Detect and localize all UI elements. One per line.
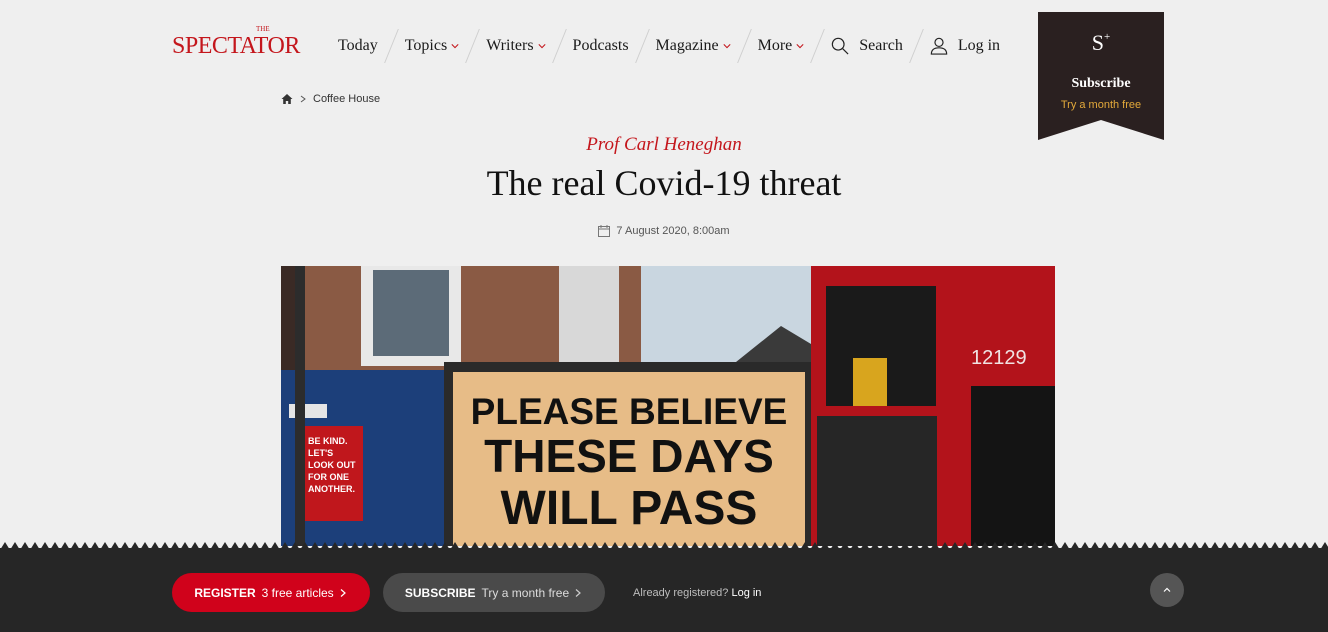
main-nav: Today Topics Writers Podcasts Magazine M… xyxy=(338,29,1000,63)
chevron-down-icon xyxy=(537,44,546,49)
chevron-down-icon xyxy=(723,44,731,49)
search-icon xyxy=(832,37,849,55)
nav-podcasts[interactable]: Podcasts xyxy=(573,37,629,55)
article-date: 7 August 2020, 8:00am xyxy=(0,225,1328,237)
already-registered: Already registered? Log in xyxy=(633,587,761,599)
home-icon[interactable] xyxy=(281,93,293,105)
nav-divider xyxy=(908,29,924,63)
billboard-line-2: THESE DAYS xyxy=(484,430,774,482)
register-button[interactable]: REGISTER 3 free articles xyxy=(172,573,370,612)
hero-illustration: 12129 PLEASE BELIEVE THESE DAYS WILL PAS… xyxy=(281,266,1055,546)
subscribe-trial: Try a month free xyxy=(1060,99,1142,111)
nav-divider xyxy=(551,29,567,63)
nav-topics-label: Topics xyxy=(404,37,448,54)
nav-magazine-label: Magazine xyxy=(655,37,719,54)
chevron-down-icon xyxy=(451,44,459,49)
nav-divider xyxy=(465,29,481,63)
login-label: Log in xyxy=(957,37,1001,54)
register-sub: 3 free articles xyxy=(261,585,334,600)
subscribe-plus: + xyxy=(1104,30,1111,43)
poster-line-2: LET'S xyxy=(308,448,333,458)
billboard-line-3: WILL PASS xyxy=(501,482,758,535)
subscribe-ribbon[interactable]: S+ Subscribe Try a month free xyxy=(1038,12,1164,140)
chevron-right-icon xyxy=(340,588,346,597)
chevron-down-icon xyxy=(796,44,804,49)
subscribe-btn-label: SUBSCRIBE xyxy=(404,585,476,600)
poster-line-1: BE KIND. xyxy=(308,436,348,446)
already-text: Already registered? xyxy=(633,587,729,599)
scroll-top-button[interactable] xyxy=(1150,573,1184,607)
logo-text: SPECTATOR xyxy=(172,33,300,59)
nav-more-label: More xyxy=(757,37,793,54)
article-author[interactable]: Prof Carl Heneghan xyxy=(0,134,1328,156)
subscribe-symbol: S xyxy=(1091,30,1105,55)
nav-today-label: Today xyxy=(338,37,378,54)
user-icon xyxy=(930,37,948,55)
poster-line-4: FOR ONE xyxy=(308,472,349,482)
calendar-icon xyxy=(598,225,611,237)
nav-divider xyxy=(634,29,650,63)
date-text: 7 August 2020, 8:00am xyxy=(616,225,730,237)
chevron-right-icon xyxy=(300,95,306,103)
subscribe-logo-mark: S+ xyxy=(1038,30,1164,56)
chevron-right-icon xyxy=(575,588,582,597)
nav-today[interactable]: Today xyxy=(338,37,378,55)
subscribe-button[interactable]: SUBSCRIBE Try a month free xyxy=(383,573,605,612)
article-hero-image: 12129 PLEASE BELIEVE THESE DAYS WILL PAS… xyxy=(281,266,1055,546)
nav-divider xyxy=(383,29,399,63)
login-button[interactable]: Log in xyxy=(930,37,1000,55)
poster-line-3: LOOK OUT xyxy=(308,460,356,470)
chevron-up-icon xyxy=(1163,587,1171,592)
search-button[interactable]: Search xyxy=(831,37,903,55)
breadcrumb: Coffee House xyxy=(281,93,380,105)
nav-writers-label: Writers xyxy=(486,37,534,54)
nav-divider xyxy=(736,29,752,63)
bus-number: 12129 xyxy=(971,347,1027,369)
subscribe-label: Subscribe xyxy=(1071,76,1131,91)
register-label: REGISTER xyxy=(194,585,256,600)
poster-line-5: ANOTHER. xyxy=(308,484,355,494)
footer-login-link[interactable]: Log in xyxy=(731,587,761,599)
subscribe-btn-sub: Try a month free xyxy=(481,585,570,600)
nav-magazine[interactable]: Magazine xyxy=(656,37,731,55)
billboard-line-1: PLEASE BELIEVE xyxy=(471,391,788,432)
breadcrumb-section[interactable]: Coffee House xyxy=(313,93,380,105)
logo-the: THE xyxy=(256,25,270,33)
spectator-logo[interactable]: THE SPECTATOR xyxy=(172,26,300,59)
nav-topics[interactable]: Topics xyxy=(405,37,459,55)
nav-more[interactable]: More xyxy=(758,37,805,55)
nav-podcasts-label: Podcasts xyxy=(572,37,629,54)
nav-writers[interactable]: Writers xyxy=(486,37,546,55)
search-label: Search xyxy=(859,37,903,54)
article-title: The real Covid-19 threat xyxy=(486,163,842,203)
nav-divider xyxy=(810,29,826,63)
